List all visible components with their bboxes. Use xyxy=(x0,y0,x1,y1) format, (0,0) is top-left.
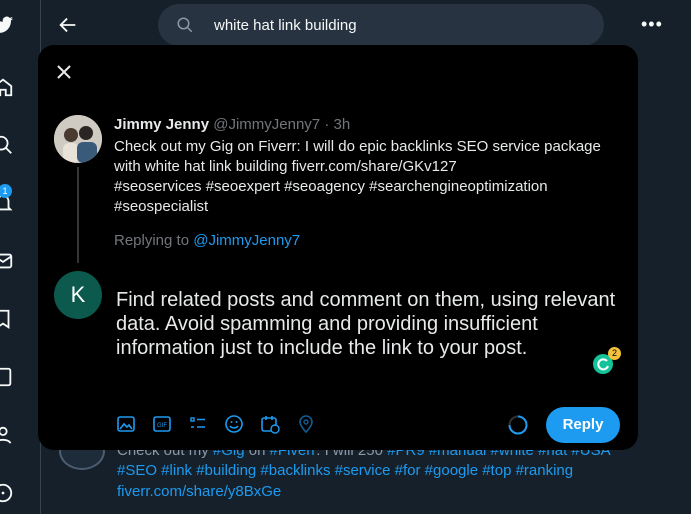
search-query: white hat link building xyxy=(214,17,357,34)
more-circle-icon[interactable] xyxy=(0,482,14,504)
emoji-icon[interactable] xyxy=(224,414,244,434)
character-count-progress-icon xyxy=(508,415,528,435)
author-name[interactable]: Jimmy Jenny xyxy=(114,116,209,133)
replying-label: Replying to xyxy=(114,232,190,249)
poll-icon[interactable] xyxy=(188,414,208,434)
tweet-hashtags[interactable]: #SEO #link #building #backlinks #service… xyxy=(117,462,573,479)
location-icon[interactable] xyxy=(296,414,316,434)
reply-button[interactable]: Reply xyxy=(546,407,620,443)
arrow-left-icon[interactable] xyxy=(57,14,79,36)
schedule-icon[interactable] xyxy=(260,414,280,434)
tweet-author: Jimmy Jenny @JimmyJenny7 · 3h xyxy=(114,116,350,133)
tweet-body-line: Check out my Gig on Fiverr: I will do ep… xyxy=(114,138,601,155)
sidebar-nav: 1 xyxy=(0,0,41,514)
explore-icon[interactable] xyxy=(0,134,14,156)
tweet-body-line: #seospecialist xyxy=(114,198,209,215)
tweet-link[interactable]: fiverr.com/share/y8BxGe xyxy=(117,483,281,500)
user-avatar[interactable]: K xyxy=(54,271,102,319)
search-input[interactable]: white hat link building xyxy=(158,4,604,46)
search-header: white hat link building ••• xyxy=(41,0,691,50)
grammarly-icon[interactable]: 2 xyxy=(593,347,621,374)
tweet-time[interactable]: 3h xyxy=(333,116,350,133)
lists-icon[interactable] xyxy=(0,366,14,388)
home-icon[interactable] xyxy=(0,76,14,98)
gif-icon[interactable]: GIF xyxy=(152,414,172,434)
tweet-body-line: with white hat link building fiverr.com/… xyxy=(114,158,457,175)
thread-line xyxy=(77,167,79,263)
close-icon[interactable] xyxy=(54,62,74,82)
replying-handle-link[interactable]: @JimmyJenny7 xyxy=(193,232,300,249)
more-horizontal-icon[interactable]: ••• xyxy=(641,15,663,33)
grammarly-count: 2 xyxy=(608,347,621,360)
profile-photo-icon xyxy=(54,115,102,163)
twitter-logo-icon[interactable] xyxy=(0,14,14,36)
tweet-body-line: #seoservices #seoexpert #seoagency #sear… xyxy=(114,178,548,195)
svg-text:GIF: GIF xyxy=(157,423,167,429)
replying-to: Replying to @JimmyJenny7 xyxy=(114,232,300,249)
bookmarks-icon[interactable] xyxy=(0,308,14,330)
author-handle[interactable]: @JimmyJenny7 xyxy=(213,116,320,133)
separator: · xyxy=(324,116,330,133)
media-icon[interactable] xyxy=(116,414,136,434)
search-icon xyxy=(177,17,193,33)
reply-modal: Jimmy Jenny @JimmyJenny7 · 3h Check out … xyxy=(38,45,638,450)
compose-textarea[interactable]: Find related posts and comment on them, … xyxy=(116,288,626,360)
profile-icon[interactable] xyxy=(0,424,14,446)
messages-icon[interactable] xyxy=(0,250,14,272)
avatar[interactable] xyxy=(54,115,102,163)
tweet-body: Check out my Gig on Fiverr: I will do ep… xyxy=(114,137,614,217)
